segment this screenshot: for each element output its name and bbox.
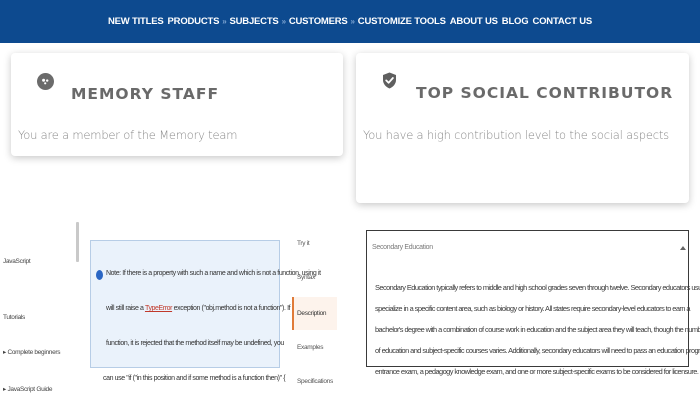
docs-note-line-2: will still raise a TypeError exception (… [106, 305, 316, 312]
nav-about-us[interactable]: ABOUT US [450, 16, 498, 27]
nav-customize-tools[interactable]: CUSTOMIZE TOOLS [358, 16, 446, 27]
sidebar-item-label: Complete beginners [7, 349, 61, 356]
top-social-contributor-card: TOP SOCIAL CONTRIBUTOR You have a high c… [356, 53, 689, 203]
education-text-line: of education and subject-specific course… [375, 346, 700, 355]
top-navigation-bar: NEW TITLES PRODUCTS » SUBJECTS » CUSTOME… [0, 0, 700, 43]
sidebar-item-complete-beginners[interactable]: ▸ Complete beginners [3, 348, 61, 356]
nav-customers[interactable]: CUSTOMERS [289, 16, 348, 27]
docs-paragraph-line: can use "if ("in this position and if so… [103, 375, 286, 382]
docs-note-line-1: Note: If there is a property with such a… [106, 270, 321, 277]
education-text-line: entrance exam, a pedagogy knowledge exam… [375, 367, 699, 376]
docs-note-line-3: function, it is rejected that the method… [106, 340, 284, 347]
memory-staff-description: You are a member of the Memory team [18, 128, 238, 142]
education-text-line: Secondary Education typically refers to … [375, 283, 700, 292]
info-icon [96, 270, 103, 280]
nav-contact-us[interactable]: CONTACT US [532, 16, 592, 27]
right-nav-try-it[interactable]: Try it [297, 240, 310, 247]
right-nav-examples[interactable]: Examples [297, 344, 323, 351]
sidebar-item-javascript[interactable]: JavaScript [3, 258, 31, 265]
shield-check-icon [381, 72, 398, 89]
sidebar-item-label: JavaScript Guide [7, 386, 53, 393]
sidebar-scrollbar[interactable] [76, 222, 79, 262]
top-social-contributor-description: You have a high contribution level to th… [363, 128, 669, 142]
nav-new-titles[interactable]: NEW TITLES [108, 16, 164, 27]
nav-subjects[interactable]: SUBJECTS [229, 16, 278, 27]
top-social-contributor-title: TOP SOCIAL CONTRIBUTOR [416, 84, 674, 102]
secondary-education-title[interactable]: Secondary Education [372, 244, 433, 251]
nav-separator: » [350, 17, 355, 26]
chevron-up-icon[interactable] [680, 246, 686, 250]
docs-note-text: will still raise a [106, 305, 144, 312]
docs-note-box [90, 240, 280, 368]
education-text-line: specialize in a specific content area, s… [375, 304, 691, 313]
nav-separator: » [281, 17, 286, 26]
sidebar-item-tutorials[interactable]: Tutorials [3, 314, 25, 321]
typeerror-link[interactable]: TypeError [145, 305, 173, 312]
right-nav-description[interactable]: Description [297, 310, 327, 317]
nav-blog[interactable]: BLOG [502, 16, 529, 27]
sidebar-item-javascript-guide[interactable]: ▸ JavaScript Guide [3, 385, 52, 393]
nav-products[interactable]: PRODUCTS [168, 16, 220, 27]
memory-staff-card: MEMORY STAFF You are a member of the Mem… [11, 53, 343, 156]
memory-staff-title: MEMORY STAFF [71, 85, 220, 103]
right-nav-specifications[interactable]: Specifications [297, 378, 333, 385]
right-nav-syntax[interactable]: Syntax [297, 274, 315, 281]
nav-separator: » [222, 17, 227, 26]
education-text-line: bachelor's degree with a combination of … [375, 325, 700, 334]
memory-brain-icon [37, 73, 54, 90]
